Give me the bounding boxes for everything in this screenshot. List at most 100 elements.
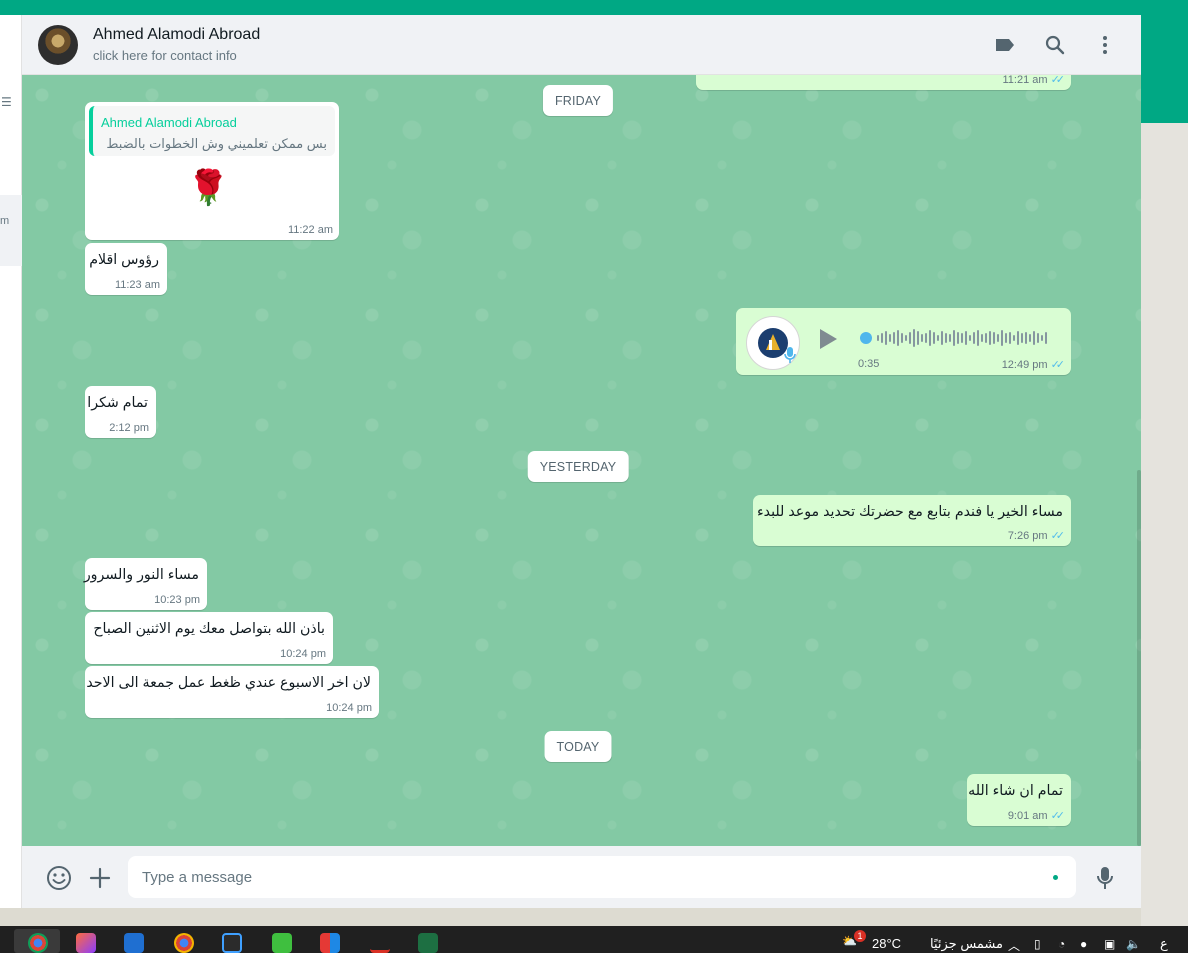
waveform-bar xyxy=(913,329,915,347)
waveform-bar xyxy=(893,332,895,344)
waveform-bar xyxy=(901,333,903,343)
chat-list-fragment: m xyxy=(0,215,10,227)
message-text: مساء الخير يا فندم بتابع مع حضرتك تحديد … xyxy=(756,504,1063,520)
volume-icon[interactable]: 🔈 xyxy=(1126,937,1141,951)
waveform-bar xyxy=(969,335,971,341)
waveform-bar xyxy=(885,331,887,345)
conversation-header[interactable]: Ahmed Alamodi Abroad click here for cont… xyxy=(22,15,1141,75)
composer xyxy=(22,846,1141,908)
waveform-bar xyxy=(1005,333,1007,343)
input-status-dot xyxy=(1053,875,1058,880)
waveform-bar xyxy=(1009,332,1011,344)
attach-icon[interactable] xyxy=(87,865,113,891)
selected-chat-item[interactable] xyxy=(0,195,22,266)
message-text: رؤوس اقلام xyxy=(89,252,159,268)
day-separator: YESTERDAY xyxy=(527,451,629,482)
battery-icon[interactable]: ▣ xyxy=(1104,937,1115,951)
read-ticks-icon: ✓✓ xyxy=(1050,75,1066,86)
waveform-bar xyxy=(1037,333,1039,343)
waveform-bar xyxy=(941,331,943,345)
onedrive-icon[interactable]: ● xyxy=(1080,937,1087,951)
game-icon[interactable] xyxy=(320,933,340,953)
outgoing-message[interactable]: 11:21 am ✓✓ xyxy=(696,75,1071,90)
filmora-icon[interactable] xyxy=(222,933,242,953)
message-time: 11:23 am xyxy=(114,279,160,291)
conversation-panel: Ahmed Alamodi Abroad click here for cont… xyxy=(22,15,1141,908)
waveform-bar xyxy=(945,333,947,343)
day-separator: FRIDAY xyxy=(542,85,614,116)
mic-icon xyxy=(784,346,796,369)
message-time: 2:12 pm xyxy=(109,422,149,434)
message-input[interactable] xyxy=(128,856,1076,898)
chat-list-pane: ☰ m xyxy=(0,15,22,908)
waveform-bar xyxy=(993,332,995,344)
contact-info-hint[interactable]: click here for contact info xyxy=(93,48,237,63)
waveform-bar xyxy=(929,330,931,346)
waveform-bar xyxy=(981,334,983,342)
message-time: 10:24 pm xyxy=(326,702,372,714)
waveform-bar xyxy=(1021,333,1023,343)
message-time: 12:49 pm xyxy=(1001,358,1048,371)
background-accent xyxy=(1141,15,1188,123)
waveform-bar xyxy=(933,332,935,344)
temperature[interactable]: 28°C xyxy=(872,936,901,951)
camtasia-icon[interactable] xyxy=(272,933,292,953)
message-text: تمام شكرا xyxy=(87,395,148,411)
waveform-bar xyxy=(917,331,919,345)
waveform-bar xyxy=(881,333,883,343)
chevron-up-icon[interactable]: ︿ xyxy=(1008,937,1020,953)
waveform-bar xyxy=(925,333,927,343)
play-icon[interactable] xyxy=(818,328,838,355)
voice-duration: 0:35 xyxy=(858,358,880,370)
rose-sticker: 🌹 xyxy=(187,169,230,207)
waveform-bar xyxy=(877,335,879,341)
wifi-icon[interactable]: ◔ xyxy=(1058,937,1065,951)
waveform-bar xyxy=(1041,335,1043,341)
paint-icon[interactable] xyxy=(76,933,96,953)
chrome-icon[interactable] xyxy=(28,933,48,953)
read-ticks-icon: ✓✓ xyxy=(1050,810,1066,822)
gmail-icon[interactable] xyxy=(370,933,390,953)
quoted-message[interactable]: Ahmed Alamodi Abroad بس ممكن تعلميني وش … xyxy=(89,106,335,156)
message-input-box[interactable] xyxy=(128,856,1076,898)
outgoing-message[interactable]: تمام ان شاء الله 9:01 am ✓✓ xyxy=(967,774,1071,826)
emoji-icon[interactable] xyxy=(46,865,72,891)
message-text: باذن الله بتواصل معك يوم الاثنين الصباح xyxy=(93,621,325,637)
filter-icon[interactable]: ☰ xyxy=(1,95,12,109)
waveform-bar xyxy=(1013,335,1015,341)
windows-taskbar: ⛅ 1 28°C مشمس جزئيًا ︿ ▯ ◔ ● ▣ 🔈 ع xyxy=(0,926,1188,953)
waveform-bar xyxy=(1017,331,1019,345)
audio-waveform[interactable] xyxy=(860,328,1052,348)
incoming-message[interactable]: باذن الله بتواصل معك يوم الاثنين الصباح … xyxy=(85,612,333,664)
waveform-bar xyxy=(897,330,899,346)
outgoing-message[interactable]: مساء الخير يا فندم بتابع مع حضرتك تحديد … xyxy=(753,495,1071,546)
input-language[interactable]: ع xyxy=(1160,936,1168,952)
network-icon[interactable]: ▯ xyxy=(1034,937,1041,951)
editor-icon[interactable] xyxy=(124,933,144,953)
contact-name[interactable]: Ahmed Alamodi Abroad xyxy=(93,26,260,44)
search-icon[interactable] xyxy=(1043,33,1067,57)
voice-message[interactable]: 0:35 12:49 pm ✓✓ xyxy=(736,308,1071,375)
incoming-message[interactable]: Ahmed Alamodi Abroad بس ممكن تعلميني وش … xyxy=(85,102,339,240)
chrome-profile-icon[interactable] xyxy=(174,933,194,953)
message-list[interactable]: 11:21 am ✓✓ FRIDAY Ahmed Alamodi Abroad ب… xyxy=(22,75,1141,846)
incoming-message[interactable]: تمام شكرا 2:12 pm xyxy=(85,386,156,438)
mic-icon[interactable] xyxy=(1092,865,1118,891)
top-accent-strip xyxy=(0,0,1188,15)
incoming-message[interactable]: مساء النور والسرور 10:23 pm xyxy=(84,558,207,610)
message-time: 11:22 am xyxy=(287,224,333,236)
excel-icon[interactable] xyxy=(418,933,438,953)
weather-text[interactable]: مشمس جزئيًا xyxy=(930,936,1003,952)
message-time: 10:24 pm xyxy=(280,648,326,660)
message-text: تمام ان شاء الله xyxy=(968,783,1063,799)
label-icon[interactable] xyxy=(993,33,1017,57)
avatar[interactable] xyxy=(38,25,78,65)
waveform-bar xyxy=(949,334,951,342)
menu-icon[interactable] xyxy=(1093,33,1117,57)
waveform-bar xyxy=(889,334,891,342)
incoming-message[interactable]: رؤوس اقلام 11:23 am xyxy=(85,243,167,295)
waveform-scrubber[interactable] xyxy=(860,332,872,344)
incoming-message[interactable]: لان اخر الاسبوع عندي ظغط عمل جمعة الى ال… xyxy=(85,666,379,718)
scrollbar[interactable] xyxy=(1137,470,1141,846)
waveform-bar xyxy=(1045,332,1047,344)
